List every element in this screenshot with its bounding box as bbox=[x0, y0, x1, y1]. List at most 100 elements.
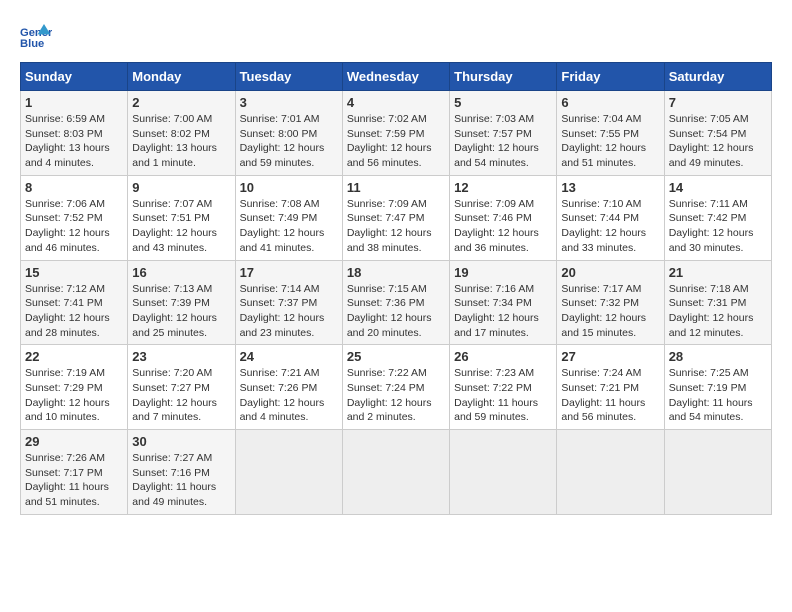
day-number: 19 bbox=[454, 265, 552, 280]
day-detail: Sunrise: 7:23 AM Sunset: 7:22 PM Dayligh… bbox=[454, 366, 552, 425]
calendar-cell bbox=[450, 430, 557, 515]
calendar-cell: 19 Sunrise: 7:16 AM Sunset: 7:34 PM Dayli… bbox=[450, 260, 557, 345]
day-number: 15 bbox=[25, 265, 123, 280]
day-number: 14 bbox=[669, 180, 767, 195]
calendar-cell: 13 Sunrise: 7:10 AM Sunset: 7:44 PM Dayli… bbox=[557, 175, 664, 260]
page-header: General Blue bbox=[20, 20, 772, 52]
calendar-cell: 8 Sunrise: 7:06 AM Sunset: 7:52 PM Daylig… bbox=[21, 175, 128, 260]
calendar-cell: 26 Sunrise: 7:23 AM Sunset: 7:22 PM Dayli… bbox=[450, 345, 557, 430]
header-cell-monday: Monday bbox=[128, 63, 235, 91]
day-number: 20 bbox=[561, 265, 659, 280]
day-detail: Sunrise: 7:22 AM Sunset: 7:24 PM Dayligh… bbox=[347, 366, 445, 425]
day-number: 26 bbox=[454, 349, 552, 364]
day-detail: Sunrise: 7:01 AM Sunset: 8:00 PM Dayligh… bbox=[240, 112, 338, 171]
day-detail: Sunrise: 7:14 AM Sunset: 7:37 PM Dayligh… bbox=[240, 282, 338, 341]
day-detail: Sunrise: 7:02 AM Sunset: 7:59 PM Dayligh… bbox=[347, 112, 445, 171]
week-row-2: 8 Sunrise: 7:06 AM Sunset: 7:52 PM Daylig… bbox=[21, 175, 772, 260]
day-detail: Sunrise: 7:00 AM Sunset: 8:02 PM Dayligh… bbox=[132, 112, 230, 171]
day-detail: Sunrise: 7:20 AM Sunset: 7:27 PM Dayligh… bbox=[132, 366, 230, 425]
header-cell-wednesday: Wednesday bbox=[342, 63, 449, 91]
svg-text:Blue: Blue bbox=[20, 38, 44, 50]
calendar-cell: 18Sunrise: 7:15 AM Sunset: 7:36 PM Dayli… bbox=[342, 260, 449, 345]
header-cell-thursday: Thursday bbox=[450, 63, 557, 91]
calendar-cell: 10 Sunrise: 7:08 AM Sunset: 7:49 PM Dayli… bbox=[235, 175, 342, 260]
week-row-4: 22 Sunrise: 7:19 AM Sunset: 7:29 PM Dayli… bbox=[21, 345, 772, 430]
logo: General Blue bbox=[20, 20, 56, 52]
calendar-cell: 3 Sunrise: 7:01 AM Sunset: 8:00 PM Daylig… bbox=[235, 91, 342, 176]
calendar-cell: 17 Sunrise: 7:14 AM Sunset: 7:37 PM Dayli… bbox=[235, 260, 342, 345]
day-number: 1 bbox=[25, 95, 123, 110]
day-detail: Sunrise: 7:26 AM Sunset: 7:17 PM Dayligh… bbox=[25, 451, 123, 510]
header-cell-sunday: Sunday bbox=[21, 63, 128, 91]
header-cell-saturday: Saturday bbox=[664, 63, 771, 91]
day-number: 7 bbox=[669, 95, 767, 110]
day-number: 23 bbox=[132, 349, 230, 364]
day-detail: Sunrise: 7:27 AM Sunset: 7:16 PM Dayligh… bbox=[132, 451, 230, 510]
day-detail: Sunrise: 7:25 AM Sunset: 7:19 PM Dayligh… bbox=[669, 366, 767, 425]
day-number: 5 bbox=[454, 95, 552, 110]
calendar-cell: 30 Sunrise: 7:27 AM Sunset: 7:16 PM Dayli… bbox=[128, 430, 235, 515]
day-detail: Sunrise: 7:13 AM Sunset: 7:39 PM Dayligh… bbox=[132, 282, 230, 341]
calendar-cell: 21 Sunrise: 7:18 AM Sunset: 7:31 PM Dayli… bbox=[664, 260, 771, 345]
calendar-cell: 7Sunrise: 7:05 AM Sunset: 7:54 PM Daylig… bbox=[664, 91, 771, 176]
calendar-table: SundayMondayTuesdayWednesdayThursdayFrid… bbox=[20, 62, 772, 515]
day-detail: Sunrise: 7:21 AM Sunset: 7:26 PM Dayligh… bbox=[240, 366, 338, 425]
day-detail: Sunrise: 7:19 AM Sunset: 7:29 PM Dayligh… bbox=[25, 366, 123, 425]
day-detail: Sunrise: 7:17 AM Sunset: 7:32 PM Dayligh… bbox=[561, 282, 659, 341]
header-cell-friday: Friday bbox=[557, 63, 664, 91]
day-number: 2 bbox=[132, 95, 230, 110]
day-number: 21 bbox=[669, 265, 767, 280]
day-detail: Sunrise: 7:16 AM Sunset: 7:34 PM Dayligh… bbox=[454, 282, 552, 341]
day-number: 17 bbox=[240, 265, 338, 280]
day-detail: Sunrise: 7:10 AM Sunset: 7:44 PM Dayligh… bbox=[561, 197, 659, 256]
day-number: 30 bbox=[132, 434, 230, 449]
day-detail: Sunrise: 7:08 AM Sunset: 7:49 PM Dayligh… bbox=[240, 197, 338, 256]
day-detail: Sunrise: 7:24 AM Sunset: 7:21 PM Dayligh… bbox=[561, 366, 659, 425]
week-row-3: 15 Sunrise: 7:12 AM Sunset: 7:41 PM Dayli… bbox=[21, 260, 772, 345]
calendar-cell: 4 Sunrise: 7:02 AM Sunset: 7:59 PM Daylig… bbox=[342, 91, 449, 176]
day-number: 24 bbox=[240, 349, 338, 364]
calendar-cell bbox=[557, 430, 664, 515]
day-detail: Sunrise: 7:07 AM Sunset: 7:51 PM Dayligh… bbox=[132, 197, 230, 256]
header-cell-tuesday: Tuesday bbox=[235, 63, 342, 91]
day-detail: Sunrise: 7:11 AM Sunset: 7:42 PM Dayligh… bbox=[669, 197, 767, 256]
calendar-cell: 12 Sunrise: 7:09 AM Sunset: 7:46 PM Dayli… bbox=[450, 175, 557, 260]
calendar-cell: 23 Sunrise: 7:20 AM Sunset: 7:27 PM Dayli… bbox=[128, 345, 235, 430]
day-detail: Sunrise: 7:06 AM Sunset: 7:52 PM Dayligh… bbox=[25, 197, 123, 256]
calendar-cell: 29 Sunrise: 7:26 AM Sunset: 7:17 PM Dayli… bbox=[21, 430, 128, 515]
calendar-cell: 6 Sunrise: 7:04 AM Sunset: 7:55 PM Daylig… bbox=[557, 91, 664, 176]
day-number: 25 bbox=[347, 349, 445, 364]
calendar-cell: 1 Sunrise: 6:59 AM Sunset: 8:03 PM Daylig… bbox=[21, 91, 128, 176]
calendar-cell: 9Sunrise: 7:07 AM Sunset: 7:51 PM Daylig… bbox=[128, 175, 235, 260]
calendar-cell: 14 Sunrise: 7:11 AM Sunset: 7:42 PM Dayli… bbox=[664, 175, 771, 260]
day-number: 4 bbox=[347, 95, 445, 110]
day-number: 8 bbox=[25, 180, 123, 195]
day-number: 6 bbox=[561, 95, 659, 110]
day-number: 3 bbox=[240, 95, 338, 110]
calendar-cell: 24 Sunrise: 7:21 AM Sunset: 7:26 PM Dayli… bbox=[235, 345, 342, 430]
day-number: 28 bbox=[669, 349, 767, 364]
day-number: 13 bbox=[561, 180, 659, 195]
calendar-body: 1 Sunrise: 6:59 AM Sunset: 8:03 PM Daylig… bbox=[21, 91, 772, 515]
calendar-cell bbox=[664, 430, 771, 515]
week-row-5: 29 Sunrise: 7:26 AM Sunset: 7:17 PM Dayli… bbox=[21, 430, 772, 515]
header-row: SundayMondayTuesdayWednesdayThursdayFrid… bbox=[21, 63, 772, 91]
calendar-cell: 2 Sunrise: 7:00 AM Sunset: 8:02 PM Daylig… bbox=[128, 91, 235, 176]
day-detail: Sunrise: 7:12 AM Sunset: 7:41 PM Dayligh… bbox=[25, 282, 123, 341]
calendar-cell: 25 Sunrise: 7:22 AM Sunset: 7:24 PM Dayli… bbox=[342, 345, 449, 430]
logo-icon: General Blue bbox=[20, 20, 52, 52]
day-number: 10 bbox=[240, 180, 338, 195]
day-number: 22 bbox=[25, 349, 123, 364]
day-detail: Sunrise: 7:09 AM Sunset: 7:46 PM Dayligh… bbox=[454, 197, 552, 256]
week-row-1: 1 Sunrise: 6:59 AM Sunset: 8:03 PM Daylig… bbox=[21, 91, 772, 176]
day-detail: Sunrise: 6:59 AM Sunset: 8:03 PM Dayligh… bbox=[25, 112, 123, 171]
day-number: 12 bbox=[454, 180, 552, 195]
day-detail: Sunrise: 7:18 AM Sunset: 7:31 PM Dayligh… bbox=[669, 282, 767, 341]
calendar-cell: 16Sunrise: 7:13 AM Sunset: 7:39 PM Dayli… bbox=[128, 260, 235, 345]
day-number: 27 bbox=[561, 349, 659, 364]
day-number: 18 bbox=[347, 265, 445, 280]
day-detail: Sunrise: 7:04 AM Sunset: 7:55 PM Dayligh… bbox=[561, 112, 659, 171]
day-number: 11 bbox=[347, 180, 445, 195]
calendar-cell: 22 Sunrise: 7:19 AM Sunset: 7:29 PM Dayli… bbox=[21, 345, 128, 430]
day-number: 29 bbox=[25, 434, 123, 449]
